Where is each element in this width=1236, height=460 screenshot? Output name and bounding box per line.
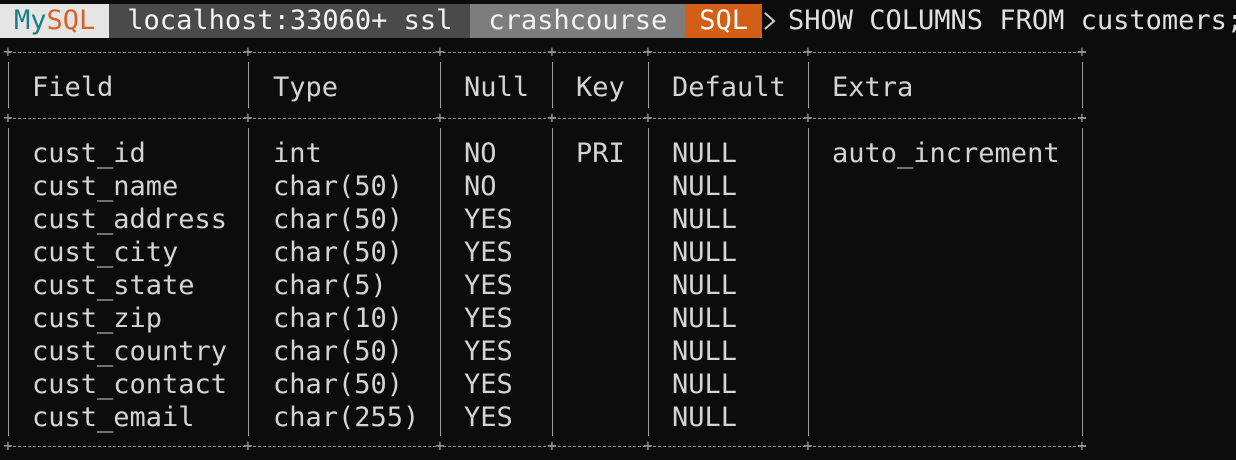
table-corner: + [435,436,445,455]
table-cell-type: char(50) [273,369,404,400]
table-column-border [552,128,553,436]
table-corner: + [803,108,813,127]
table-corner: + [1077,436,1087,455]
table-cell-default: NULL [672,369,738,400]
table-cell-null: YES [464,336,513,367]
command-text[interactable]: SHOW COLUMNS FROM customers; [778,4,1236,38]
table-cell-default: NULL [672,138,738,169]
table-cell-field: cust_id [32,138,146,169]
table-corner: + [243,436,253,455]
column-header-default: Default [672,72,786,103]
table-corner: + [1077,108,1087,127]
table-corner: + [547,108,557,127]
table-corner: + [3,108,13,127]
table-cell-field: cust_contact [32,369,228,400]
table-cell-type: char(255) [273,402,420,433]
column-header-field: Field [32,72,114,103]
table-corner: + [3,436,13,455]
table-corner: + [643,42,653,61]
table-column-border [1082,62,1083,108]
table-column-border [8,128,9,436]
table-cell-null: YES [464,369,513,400]
table-column-border [248,62,249,108]
table-cell-null: NO [464,171,497,202]
table-cell-null: YES [464,402,513,433]
mode-segment: SQL [685,4,762,38]
mysql-badge: MySQL [0,4,110,38]
table-corner: + [1077,42,1087,61]
table-corner: + [3,42,13,61]
table-corner: + [643,108,653,127]
table-column-border [248,128,249,436]
table-column-border [552,62,553,108]
mysql-badge-my: My [14,5,47,36]
table-cell-type: char(50) [273,171,404,202]
result-table: + + + + + + + + + + + + + + + + + + + + + Field Type Null Key Def… [0,40,1236,460]
table-cell-default: NULL [672,204,738,235]
connection-segment: localhost:33060+ ssl [109,4,471,38]
table-cell-null: NO [464,138,497,169]
table-cell-null: YES [464,204,513,235]
table-cell-field: cust_zip [32,303,163,334]
table-column-border [440,62,441,108]
table-corner: + [547,436,557,455]
table-column-border [808,128,809,436]
table-cell-default: NULL [672,270,738,301]
table-column-border [808,62,809,108]
table-column-border [440,128,441,436]
table-cell-default: NULL [672,171,738,202]
table-cell-type: char(50) [273,204,404,235]
table-corner: + [803,436,813,455]
shell-prompt: MySQL localhost:33060+ ssl crashcourse S… [0,4,1236,38]
table-cell-default: NULL [672,303,738,334]
column-header-null: Null [464,72,530,103]
column-header-type: Type [273,72,339,103]
table-corner: + [435,108,445,127]
column-header-extra: Extra [832,72,914,103]
table-cell-default: NULL [672,402,738,433]
table-cell-field: cust_city [32,237,179,268]
table-cell-default: NULL [672,237,738,268]
table-cell-type: int [273,138,322,169]
table-corner: + [643,436,653,455]
table-cell-field: cust_email [32,402,195,433]
chevron-right-icon [762,4,778,38]
table-cell-field: cust_address [32,204,228,235]
table-cell-type: char(5) [273,270,387,301]
table-corner: + [435,42,445,61]
table-cell-field: cust_state [32,270,195,301]
table-cell-null: YES [464,303,513,334]
table-corner: + [243,42,253,61]
schema-segment: crashcourse [470,4,686,38]
column-header-key: Key [576,72,625,103]
table-cell-key: PRI [576,138,625,169]
table-cell-type: char(50) [273,336,404,367]
table-cell-extra: auto_increment [832,138,1060,169]
table-cell-type: char(10) [273,303,404,334]
table-column-border [1082,128,1083,436]
table-cell-null: YES [464,270,513,301]
table-column-border [8,62,9,108]
table-cell-default: NULL [672,336,738,367]
table-column-border [648,128,649,436]
table-cell-field: cust_name [32,171,179,202]
table-corner: + [803,42,813,61]
table-cell-field: cust_country [32,336,228,367]
table-corner: + [243,108,253,127]
table-column-border [648,62,649,108]
table-cell-type: char(50) [273,237,404,268]
table-cell-null: YES [464,237,513,268]
table-corner: + [547,42,557,61]
mysql-badge-sql: SQL [46,5,96,36]
